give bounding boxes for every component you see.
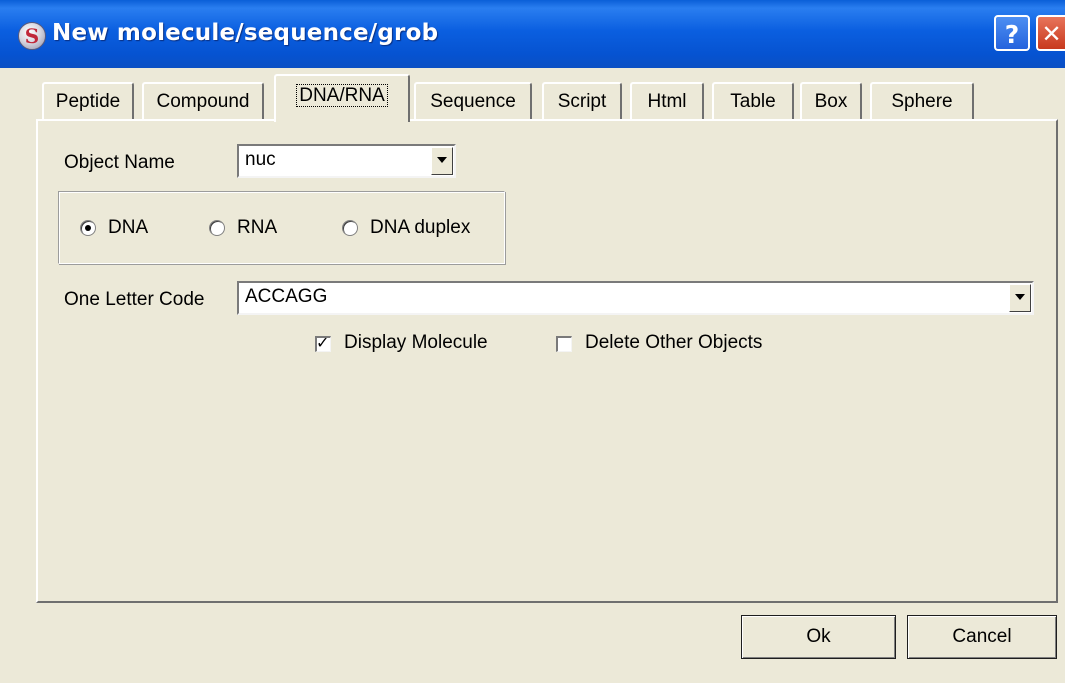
object-name-combo[interactable]: nuc [237, 144, 456, 178]
title-bar[interactable]: S New molecule/sequence/grob ? ✕ [0, 0, 1065, 68]
tab-label: Script [557, 91, 607, 112]
tab-html[interactable]: Html [630, 82, 704, 120]
display-molecule-label[interactable]: Display Molecule [344, 332, 488, 354]
close-button[interactable]: ✕ [1036, 15, 1065, 51]
display-molecule-checkbox[interactable]: ✓ [315, 333, 331, 352]
radio-rna-label[interactable]: RNA [237, 217, 277, 239]
chevron-down-icon [1015, 294, 1025, 300]
tab-label: DNA/RNA [296, 84, 388, 107]
ok-button[interactable]: Ok [741, 615, 896, 659]
one-letter-code-label: One Letter Code [64, 289, 205, 310]
cancel-button[interactable]: Cancel [907, 615, 1057, 659]
one-letter-code-dropdown-button[interactable] [1009, 284, 1031, 312]
radio-rna[interactable] [209, 220, 225, 236]
help-button[interactable]: ? [994, 15, 1030, 51]
tab-label: Peptide [55, 91, 121, 112]
object-name-value: nuc [245, 149, 276, 170]
radio-dna-label[interactable]: DNA [108, 217, 148, 239]
tab-sphere[interactable]: Sphere [870, 82, 974, 120]
chevron-down-icon [437, 157, 447, 163]
app-logo-icon: S [18, 22, 46, 50]
checkmark-icon: ✓ [316, 333, 330, 352]
tab-label: Box [814, 91, 848, 112]
tab-label: Html [647, 91, 687, 112]
radio-selected-dot [85, 225, 91, 231]
one-letter-code-combo[interactable]: ACCAGG [237, 281, 1034, 315]
radio-dna[interactable] [80, 220, 96, 236]
radio-dna-duplex[interactable] [342, 220, 358, 236]
radio-dna-duplex-label[interactable]: DNA duplex [370, 217, 470, 239]
tab-label: Compound [156, 91, 250, 112]
tab-compound[interactable]: Compound [142, 82, 264, 120]
tab-table[interactable]: Table [712, 82, 794, 120]
tab-peptide[interactable]: Peptide [42, 82, 134, 120]
tab-dna-rna[interactable]: DNA/RNA [274, 74, 410, 122]
tab-sequence[interactable]: Sequence [414, 82, 532, 120]
dialog-window: S New molecule/sequence/grob ? ✕ Peptide… [0, 0, 1065, 683]
window-title: New molecule/sequence/grob [52, 20, 439, 46]
object-name-label: Object Name [64, 152, 175, 173]
tab-label: Sequence [430, 91, 516, 112]
one-letter-code-value: ACCAGG [245, 286, 328, 307]
tab-box[interactable]: Box [800, 82, 862, 120]
delete-other-objects-label[interactable]: Delete Other Objects [585, 332, 762, 354]
tab-script[interactable]: Script [542, 82, 622, 120]
tab-label: Sphere [891, 91, 953, 112]
tab-label: Table [730, 91, 776, 112]
delete-other-objects-checkbox[interactable] [556, 336, 572, 352]
object-name-dropdown-button[interactable] [431, 147, 453, 175]
